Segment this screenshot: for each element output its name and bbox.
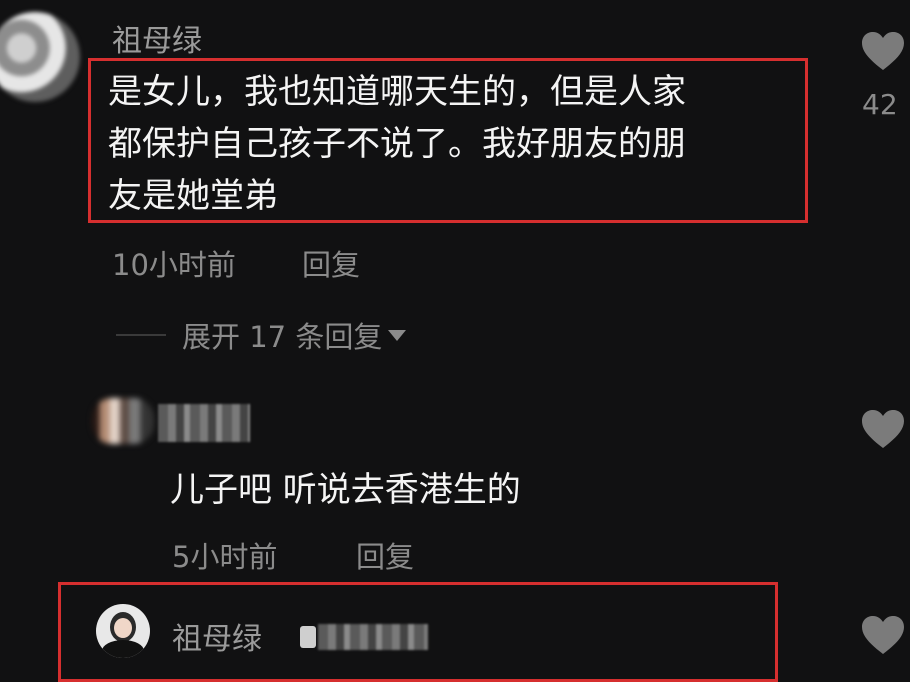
like-button[interactable] xyxy=(860,408,906,450)
comment-text: 儿子吧 听说去香港生的 xyxy=(170,470,521,510)
divider xyxy=(116,334,166,336)
dropdown-triangle-icon xyxy=(388,330,407,341)
heart-icon xyxy=(862,616,904,654)
heart-icon xyxy=(862,32,904,70)
comment-username[interactable]: 祖母绿 xyxy=(112,16,202,60)
username-redacted xyxy=(158,404,250,442)
author-badge-icon xyxy=(300,626,316,648)
like-button[interactable] xyxy=(860,614,906,656)
comment-username[interactable]: 祖母绿 xyxy=(172,614,262,658)
comment-text: 是女儿，我也知道哪天生的，但是人家 都保护自己孩子不说了。我好朋友的朋 友是她堂… xyxy=(108,66,798,222)
like-count: 42 xyxy=(862,88,898,121)
heart-icon xyxy=(862,410,904,448)
avatar[interactable] xyxy=(96,604,150,658)
expand-replies-button[interactable]: 展开 17 条回复 xyxy=(182,314,408,356)
comment-time: 5小时前 xyxy=(172,540,278,574)
username-suffix-redacted xyxy=(318,624,428,650)
avatar[interactable] xyxy=(0,12,80,102)
comment-time: 10小时前 xyxy=(112,248,236,282)
like-button[interactable] xyxy=(860,30,906,72)
reply-button[interactable]: 回复 xyxy=(356,534,414,576)
reply-button[interactable]: 回复 xyxy=(302,242,360,284)
expand-replies-label: 展开 17 条回复 xyxy=(182,320,383,354)
comment-line: 是女儿，我也知道哪天生的，但是人家 xyxy=(108,72,686,112)
avatar[interactable] xyxy=(92,398,154,444)
comment-line: 都保护自己孩子不说了。我好朋友的朋 xyxy=(108,124,686,164)
comment-line: 友是她堂弟 xyxy=(108,176,278,216)
